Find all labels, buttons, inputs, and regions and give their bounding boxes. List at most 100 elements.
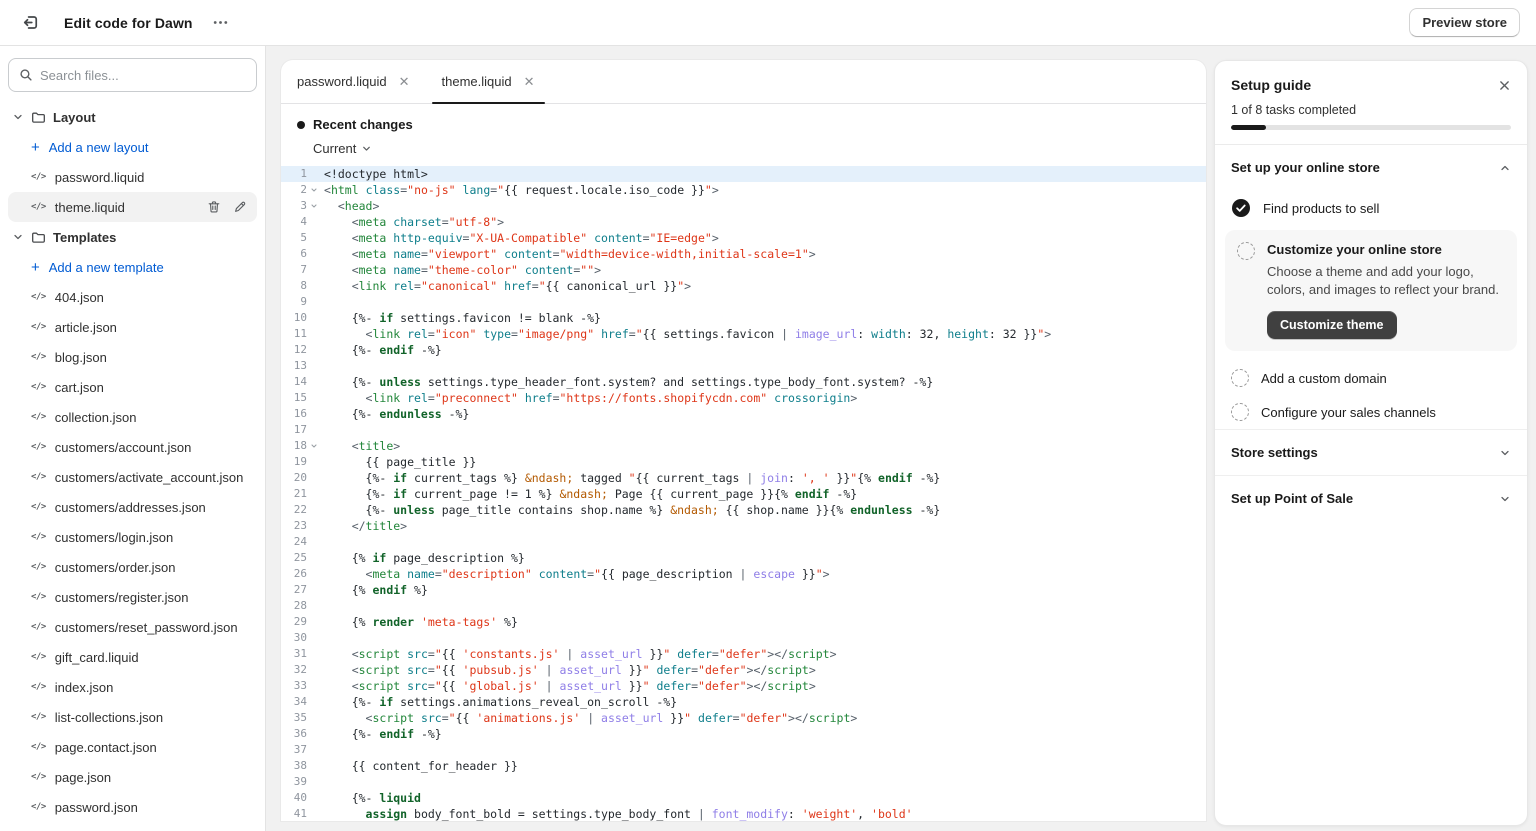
file-item-customers/register.json[interactable]: </>customers/register.json (0, 582, 265, 612)
preview-store-button[interactable]: Preview store (1409, 8, 1520, 37)
file-item-customers/login.json[interactable]: </>customers/login.json (0, 522, 265, 552)
code-line-text: <title> (320, 438, 400, 454)
line-number: 41 (281, 806, 307, 821)
task-incomplete-icon[interactable] (1231, 369, 1249, 387)
task-configure-your-sales-channels[interactable]: Configure your sales channels (1215, 395, 1527, 429)
code-file-icon: </> (31, 712, 46, 722)
section-label: Store settings (1231, 445, 1318, 460)
page-title: Edit code for Dawn (64, 15, 193, 31)
recent-changes-label: Recent changes (313, 117, 413, 132)
search-files-box[interactable] (8, 58, 257, 92)
rename-icon[interactable] (233, 200, 247, 214)
chevron-down-icon (1499, 447, 1511, 459)
exit-icon[interactable] (16, 9, 44, 37)
file-item-theme.liquid[interactable]: </>theme.liquid (8, 192, 257, 222)
code-area[interactable]: 1<!doctype html>2<html class="no-js" lan… (281, 166, 1206, 821)
line-number: 3 (281, 198, 307, 214)
code-line-10: 10 {%- if settings.favicon != blank -%} (281, 310, 1206, 326)
line-number: 1 (281, 166, 307, 182)
file-item-customers/reset_password.json[interactable]: </>customers/reset_password.json (0, 612, 265, 642)
code-line-18: 18 <title> (281, 438, 1206, 454)
file-item-cart.json[interactable]: </>cart.json (0, 372, 265, 402)
fold-chevron-icon (307, 442, 320, 450)
tab-password.liquid[interactable]: password.liquid ✕ (281, 60, 426, 103)
code-file-icon: </> (31, 502, 46, 512)
file-item-customers/order.json[interactable]: </>customers/order.json (0, 552, 265, 582)
code-line-34: 34 {%- if settings.animations_reveal_on_… (281, 694, 1206, 710)
code-file-icon: </> (31, 772, 46, 782)
more-menu-icon[interactable] (207, 11, 235, 35)
task-find-products-to-sell[interactable]: Find products to sell (1215, 190, 1527, 226)
code-line-text: <link rel="canonical" href="{{ canonical… (320, 278, 691, 294)
code-line-text: {%- endunless -%} (320, 406, 469, 422)
tab-close-icon[interactable]: ✕ (524, 75, 535, 88)
code-line-35: 35 <script src="{{ 'animations.js' | ass… (281, 710, 1206, 726)
line-number: 33 (281, 678, 307, 694)
task-incomplete-icon[interactable] (1237, 242, 1255, 260)
code-line-text: {{ content_for_header }} (320, 758, 518, 774)
code-line-22: 22 {%- unless page_title contains shop.n… (281, 502, 1206, 518)
code-line-20: 20 {%- if current_tags %} &ndash; tagged… (281, 470, 1206, 486)
code-file-icon: </> (31, 532, 46, 542)
file-item-page.json[interactable]: </>page.json (0, 762, 265, 792)
line-number: 29 (281, 614, 307, 630)
action-label: Add a new layout (49, 140, 149, 155)
file-item-article.json[interactable]: </>article.json (0, 312, 265, 342)
add-new-action[interactable]: + Add a new layout (0, 132, 265, 162)
file-item-blog.json[interactable]: </>blog.json (0, 342, 265, 372)
code-line-text: {%- liquid (320, 790, 421, 806)
section-header-set-up-your-online-store[interactable]: Set up your online store (1215, 145, 1527, 190)
line-number: 27 (281, 582, 307, 598)
setup-guide-sections: Set up your online storeFind products to… (1215, 145, 1527, 521)
file-name: page.contact.json (55, 740, 157, 755)
customize-theme-button[interactable]: Customize theme (1267, 311, 1397, 339)
code-line-9: 9 (281, 294, 1206, 310)
file-item-404.json[interactable]: </>404.json (0, 282, 265, 312)
file-item-page.contact.json[interactable]: </>page.contact.json (0, 732, 265, 762)
line-number: 8 (281, 278, 307, 294)
plus-icon: + (31, 140, 40, 155)
section-header-store-settings[interactable]: Store settings (1215, 429, 1527, 475)
code-line-text: assign body_font_bold = settings.type_bo… (320, 806, 913, 821)
code-file-icon: </> (31, 202, 46, 212)
file-item-gift_card.liquid[interactable]: </>gift_card.liquid (0, 642, 265, 672)
chevron-down-icon (12, 111, 24, 123)
file-item-collection.json[interactable]: </>collection.json (0, 402, 265, 432)
search-icon (19, 68, 33, 82)
task-add-a-custom-domain[interactable]: Add a custom domain (1215, 361, 1527, 395)
file-name: collection.json (55, 410, 137, 425)
editor-tab-bar: password.liquid✕theme.liquid✕ (281, 60, 1206, 104)
file-item-list-collections.json[interactable]: </>list-collections.json (0, 702, 265, 732)
file-item-password.json[interactable]: </>password.json (0, 792, 265, 822)
add-new-action[interactable]: +Add a new template (0, 252, 265, 282)
tab-label: password.liquid (297, 74, 387, 89)
folder-label: Templates (53, 230, 116, 245)
line-number: 12 (281, 342, 307, 358)
folder-row-layout[interactable]: Layout (0, 102, 265, 132)
close-icon[interactable] (1498, 79, 1511, 92)
file-item-customers/account.json[interactable]: </>customers/account.json (0, 432, 265, 462)
task-card-customize-your-online-store[interactable]: Customize your online storeChoose a them… (1225, 230, 1517, 351)
tab-close-icon[interactable]: ✕ (399, 75, 410, 88)
code-line-37: 37 (281, 742, 1206, 758)
file-name: blog.json (55, 350, 107, 365)
file-tree: Layout + Add a new layout </>password.liqui… (0, 102, 265, 822)
search-input[interactable] (40, 68, 246, 83)
file-item-customers/addresses.json[interactable]: </>customers/addresses.json (0, 492, 265, 522)
version-dropdown[interactable]: Current (313, 141, 1190, 156)
line-number: 16 (281, 406, 307, 422)
section-header-set-up-point-of-sale[interactable]: Set up Point of Sale (1215, 475, 1527, 521)
tab-theme.liquid[interactable]: theme.liquid✕ (426, 60, 551, 103)
folder-icon (31, 230, 46, 245)
folder-row-templates[interactable]: Templates (0, 222, 265, 252)
code-line-6: 6 <meta name="viewport" content="width=d… (281, 246, 1206, 262)
code-line-text: {%- if current_tags %} &ndash; tagged "{… (320, 470, 940, 486)
code-line-text: <link rel="icon" type="image/png" href="… (320, 326, 1051, 342)
task-incomplete-icon[interactable] (1231, 403, 1249, 421)
code-line-text: {% if page_description %} (320, 550, 525, 566)
delete-icon[interactable] (207, 200, 221, 214)
file-item-customers/activate_account.json[interactable]: </>customers/activate_account.json (0, 462, 265, 492)
line-number: 18 (281, 438, 307, 454)
file-item-index.json[interactable]: </>index.json (0, 672, 265, 702)
file-item-password.liquid[interactable]: </>password.liquid (0, 162, 265, 192)
